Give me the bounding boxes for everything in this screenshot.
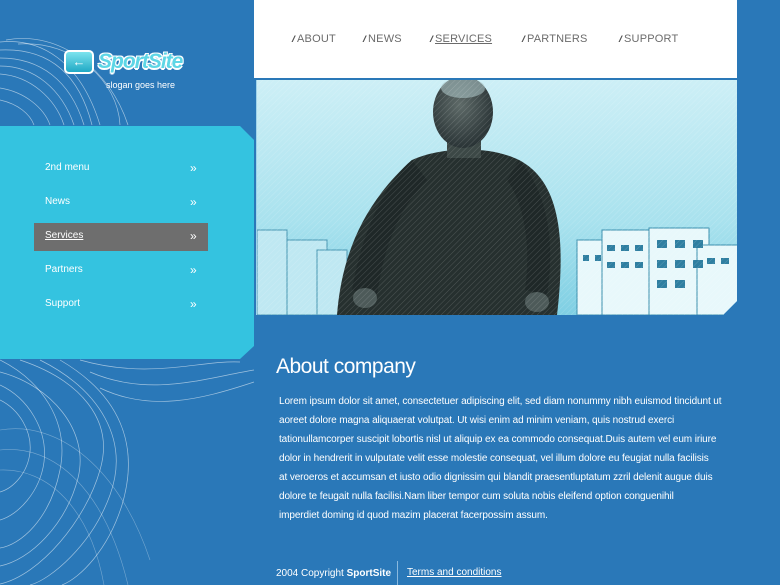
- about-text-line: Lorem ipsum dolor sit amet, consectetuer…: [279, 396, 722, 407]
- chevron-right-icon: »: [190, 263, 197, 277]
- about-text-line: imperdiet doming id quod mazim placerat …: [279, 510, 548, 521]
- about-text-line: aoreet dolore magna aliquaerat volutpat.…: [279, 415, 675, 426]
- sidebar-item-news[interactable]: News »: [34, 189, 208, 217]
- about-text-line: tationullamcorper suscipit lobortis nisl…: [279, 434, 717, 445]
- topnav-arrow-icon: //: [430, 34, 433, 44]
- topnav-arrow-icon: //: [619, 34, 622, 44]
- sidebar-item-label: Partners: [45, 264, 83, 275]
- sidebar-item-label: 2nd menu: [45, 162, 90, 173]
- sidebar-item-support[interactable]: Support »: [34, 291, 208, 319]
- copyright-brand: SportSite: [346, 568, 392, 579]
- sidebar-item-partners[interactable]: Partners »: [34, 257, 208, 285]
- topnav-item-news[interactable]: //NEWS: [363, 33, 402, 45]
- sidebar-menu: 2nd menu » News » Services » Partners » …: [0, 126, 254, 359]
- logo-badge-icon: ←: [64, 50, 94, 74]
- about-text: Lorem ipsum dolor sit amet, consectetuer…: [279, 392, 722, 525]
- topnav-item-about[interactable]: //ABOUT: [292, 33, 336, 45]
- logo-name: SportSite: [98, 50, 183, 73]
- sidebar-item-label: News: [45, 196, 71, 207]
- about-text-line: at veroeros et accumsan et iusto odio di…: [279, 472, 713, 483]
- about-title: About company: [276, 355, 416, 378]
- site-logo[interactable]: ← SportSite slogan goes here: [64, 50, 183, 100]
- sidebar-item-label: Services: [45, 230, 84, 241]
- chevron-right-icon: »: [190, 297, 197, 311]
- chevron-right-icon: »: [190, 161, 197, 175]
- sidebar-item-services[interactable]: Services »: [34, 223, 208, 251]
- about-text-line: dolor in hendrerit in vulputate velit es…: [279, 453, 709, 464]
- about-text-line: dolore te feugait nulla facilisi.Nam lib…: [279, 491, 674, 502]
- logo-slogan: slogan goes here: [106, 80, 176, 90]
- terms-link[interactable]: Terms and conditions: [407, 567, 502, 578]
- topnav-arrow-icon: //: [363, 34, 366, 44]
- hero-image: [256, 80, 737, 315]
- sidebar-item-2nd-menu[interactable]: 2nd menu »: [34, 155, 208, 183]
- topnav-arrow-icon: //: [522, 34, 525, 44]
- footer-divider: [397, 561, 398, 585]
- hero-photo-runner: [257, 80, 737, 315]
- chevron-right-icon: »: [190, 229, 197, 243]
- topnav-item-partners[interactable]: //PARTNERS: [522, 33, 588, 45]
- topnav-item-support[interactable]: //SUPPORT: [619, 33, 678, 45]
- topnav-item-services[interactable]: //SERVICES: [430, 33, 492, 45]
- top-navigation: //ABOUT //NEWS //SERVICES //PARTNERS //S…: [254, 0, 737, 78]
- topnav-arrow-icon: //: [292, 34, 295, 44]
- sidebar-item-label: Support: [45, 298, 81, 309]
- copyright-prefix: 2004 Copyright: [276, 568, 344, 579]
- footer-copyright: 2004 Copyright SportSite: [276, 568, 391, 579]
- chevron-right-icon: »: [190, 195, 197, 209]
